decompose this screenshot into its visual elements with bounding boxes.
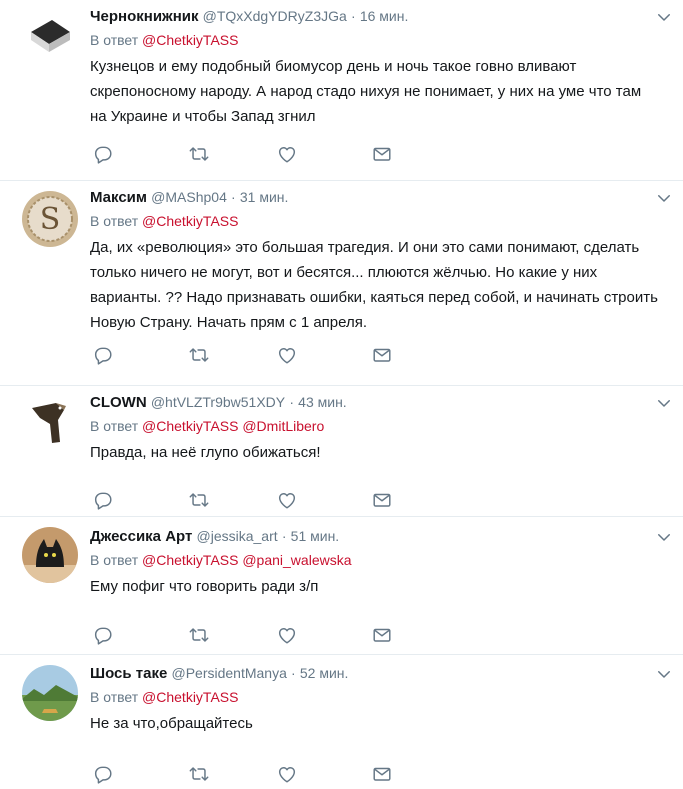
reply-prefix: В ответ bbox=[90, 213, 139, 229]
timestamp[interactable]: 31 мин. bbox=[240, 189, 289, 205]
retweet-icon[interactable] bbox=[188, 344, 210, 366]
mail-icon[interactable] bbox=[371, 489, 393, 511]
avatar[interactable] bbox=[22, 665, 78, 721]
mention-link[interactable]: @pani_walewska bbox=[242, 552, 351, 568]
reply-to: В ответ @ChetkiyTASS bbox=[90, 687, 659, 707]
heart-icon[interactable] bbox=[276, 489, 298, 511]
mail-icon[interactable] bbox=[371, 344, 393, 366]
reply-icon[interactable] bbox=[92, 763, 114, 785]
retweet-icon[interactable] bbox=[188, 489, 210, 511]
heart-icon[interactable] bbox=[276, 763, 298, 785]
user-name[interactable]: Чернокнижник bbox=[90, 8, 198, 25]
mention-link[interactable]: @ChetkiyTASS bbox=[142, 689, 238, 705]
retweet-icon[interactable] bbox=[188, 763, 210, 785]
user-handle[interactable]: @MAShp04 bbox=[151, 189, 227, 205]
chevron-down-icon[interactable] bbox=[655, 665, 673, 683]
tweet-item[interactable]: Чернокнижник @TQxXdgYDRyZ3JGa · 16 мин. … bbox=[0, 0, 683, 181]
tweet-header: Чернокнижник @TQxXdgYDRyZ3JGa · 16 мин. bbox=[90, 6, 659, 27]
retweet-icon[interactable] bbox=[188, 143, 210, 165]
user-name[interactable]: Шось таке bbox=[90, 665, 167, 682]
tweet-header: Джессика Арт @jessika_art · 51 мин. bbox=[90, 526, 659, 547]
mention-link[interactable]: @ChetkiyTASS bbox=[142, 552, 238, 568]
reply-icon[interactable] bbox=[92, 489, 114, 511]
mail-icon[interactable] bbox=[371, 143, 393, 165]
separator-dot: · bbox=[289, 394, 294, 410]
chevron-down-icon[interactable] bbox=[655, 8, 673, 26]
mail-icon[interactable] bbox=[371, 763, 393, 785]
chevron-down-icon[interactable] bbox=[655, 394, 673, 412]
tweet-text: Кузнецов и ему подобный биомусор день и … bbox=[90, 58, 642, 125]
reply-icon[interactable] bbox=[92, 143, 114, 165]
user-name[interactable]: Максим bbox=[90, 189, 147, 206]
reply-prefix: В ответ bbox=[90, 689, 139, 705]
user-handle[interactable]: @TQxXdgYDRyZ3JGa bbox=[203, 8, 347, 24]
separator-dot: · bbox=[350, 8, 356, 24]
avatar[interactable] bbox=[22, 8, 78, 64]
reply-to: В ответ @ChetkiyTASS bbox=[90, 30, 659, 50]
avatar[interactable]: S bbox=[22, 191, 78, 247]
separator-dot: · bbox=[281, 528, 287, 544]
reply-prefix: В ответ bbox=[90, 418, 139, 434]
chevron-down-icon[interactable] bbox=[655, 189, 673, 207]
user-handle[interactable]: @PersidentManya bbox=[171, 665, 286, 681]
heart-icon[interactable] bbox=[276, 624, 298, 646]
tweet-header: Шось таке @PersidentManya · 52 мин. bbox=[90, 663, 659, 684]
avatar[interactable] bbox=[22, 394, 78, 450]
reply-icon[interactable] bbox=[92, 344, 114, 366]
reply-prefix: В ответ bbox=[90, 552, 139, 568]
mail-icon[interactable] bbox=[371, 624, 393, 646]
user-handle[interactable]: @htVLZTr9bw51XDY bbox=[151, 394, 285, 410]
user-handle[interactable]: @jessika_art bbox=[197, 528, 278, 544]
reply-to: В ответ @ChetkiyTASS @pani_walewska bbox=[90, 550, 659, 570]
svg-text:S: S bbox=[40, 202, 61, 237]
tweet-item[interactable]: S Максим @MAShp04 · 31 мин. В ответ @Che… bbox=[0, 181, 683, 386]
timestamp[interactable]: 51 мин. bbox=[291, 528, 340, 544]
tweet-header: CLOWN @htVLZTr9bw51XDY · 43 мин. bbox=[90, 392, 659, 413]
reply-to: В ответ @ChetkiyTASS @DmitLibero bbox=[90, 416, 659, 436]
separator-dot: · bbox=[231, 189, 236, 205]
mention-link[interactable]: @ChetkiyTASS bbox=[142, 418, 238, 434]
mention-link[interactable]: @ChetkiyTASS bbox=[142, 213, 238, 229]
reply-prefix: В ответ bbox=[90, 32, 139, 48]
mention-link[interactable]: @DmitLibero bbox=[242, 418, 324, 434]
reply-icon[interactable] bbox=[92, 624, 114, 646]
chevron-down-icon[interactable] bbox=[655, 528, 673, 546]
tweet-header: Максим @MAShp04 · 31 мин. bbox=[90, 187, 659, 208]
tweet-item[interactable]: CLOWN @htVLZTr9bw51XDY · 43 мин. В ответ… bbox=[0, 386, 683, 517]
tweet-text: Не за что,обращайтесь bbox=[90, 715, 253, 732]
timestamp[interactable]: 16 мин. bbox=[360, 8, 409, 24]
tweet-text: Ему пофиг что говорить ради з/п bbox=[90, 578, 319, 595]
tweet-item[interactable]: Шось таке @PersidentManya · 52 мин. В от… bbox=[0, 655, 683, 789]
user-name[interactable]: CLOWN bbox=[90, 394, 147, 411]
timestamp[interactable]: 43 мин. bbox=[298, 394, 347, 410]
heart-icon[interactable] bbox=[276, 143, 298, 165]
heart-icon[interactable] bbox=[276, 344, 298, 366]
tweet-item[interactable]: Джессика Арт @jessika_art · 51 мин. В от… bbox=[0, 517, 683, 655]
separator-dot: · bbox=[291, 665, 296, 681]
timestamp[interactable]: 52 мин. bbox=[300, 665, 349, 681]
avatar[interactable] bbox=[22, 527, 78, 583]
mention-link[interactable]: @ChetkiyTASS bbox=[142, 32, 238, 48]
reply-to: В ответ @ChetkiyTASS bbox=[90, 211, 659, 231]
tweet-text: Да, их «революция» это большая трагедия.… bbox=[90, 239, 658, 331]
user-name[interactable]: Джессика Арт bbox=[90, 528, 192, 545]
tweet-text: Правда, на неё глупо обижаться! bbox=[90, 444, 321, 461]
retweet-icon[interactable] bbox=[188, 624, 210, 646]
